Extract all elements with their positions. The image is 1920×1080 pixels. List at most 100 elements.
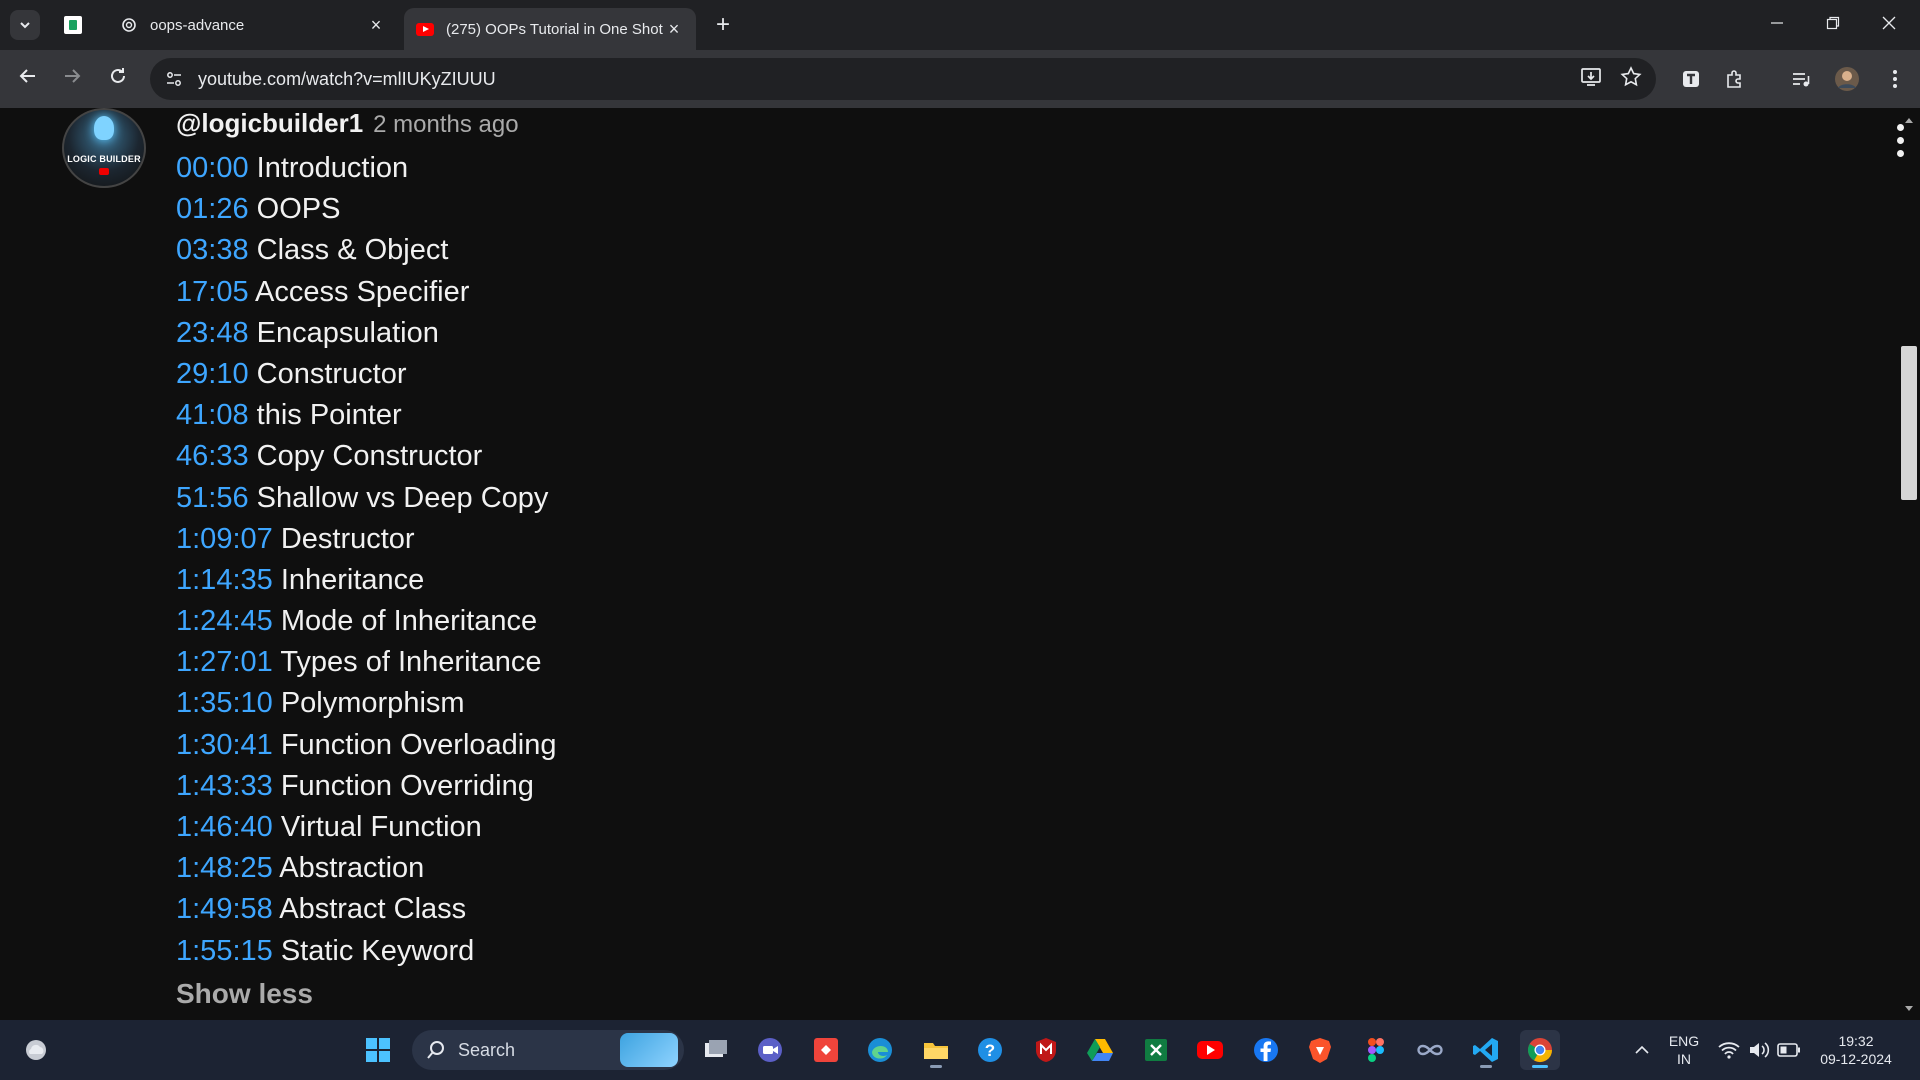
scrollbar-thumb[interactable] bbox=[1901, 346, 1917, 500]
install-app-icon[interactable] bbox=[1580, 66, 1602, 93]
site-info-icon[interactable] bbox=[160, 65, 188, 93]
chapter-timestamp-link[interactable]: 41:08 bbox=[176, 399, 249, 431]
chapter-timestamp-link[interactable]: 23:48 bbox=[176, 317, 249, 349]
search-icon bbox=[427, 1041, 444, 1059]
file-explorer-icon[interactable] bbox=[916, 1030, 956, 1070]
chapter-timestamp-link[interactable]: 1:35:10 bbox=[176, 687, 273, 719]
close-icon[interactable]: × bbox=[664, 19, 684, 40]
chapter-timestamp-link[interactable]: 51:56 bbox=[176, 482, 249, 514]
chapter-label: Encapsulation bbox=[256, 316, 439, 349]
chapter-item: 1:09:07 Destructor bbox=[176, 519, 556, 560]
chapter-timestamp-link[interactable]: 46:33 bbox=[176, 440, 249, 472]
show-less-button[interactable]: Show less bbox=[176, 978, 313, 1010]
bookmark-star-icon[interactable] bbox=[1620, 65, 1642, 93]
scrollbar[interactable] bbox=[1898, 108, 1920, 1020]
scroll-down-arrow-icon[interactable] bbox=[1905, 1006, 1913, 1011]
media-control-icon[interactable] bbox=[1786, 64, 1816, 94]
chapter-item: 23:48 Encapsulation bbox=[176, 313, 556, 354]
taskbar-search[interactable]: Search bbox=[412, 1030, 684, 1070]
google-drive-icon[interactable] bbox=[1080, 1030, 1120, 1070]
chapter-timestamp-link[interactable]: 1:49:58 bbox=[176, 893, 273, 925]
new-tab-button[interactable]: + bbox=[708, 10, 738, 40]
tab-title: oops-advance bbox=[150, 16, 245, 34]
avatar-logo-text: LOGIC BUILDER bbox=[67, 154, 141, 164]
brave-icon[interactable] bbox=[1300, 1030, 1340, 1070]
channel-avatar[interactable]: LOGIC BUILDER bbox=[62, 108, 146, 188]
battery-icon[interactable] bbox=[1772, 1030, 1806, 1070]
chevron-up-icon[interactable] bbox=[1622, 1030, 1662, 1070]
chapter-timestamp-link[interactable]: 29:10 bbox=[176, 358, 249, 390]
facebook-icon[interactable] bbox=[1246, 1030, 1286, 1070]
clock[interactable]: 19:32 09-12-2024 bbox=[1808, 1032, 1904, 1068]
start-button[interactable] bbox=[358, 1030, 398, 1070]
comment-time[interactable]: 2 months ago bbox=[373, 111, 518, 139]
chapter-timestamp-link[interactable]: 1:14:35 bbox=[176, 564, 273, 596]
chapter-timestamp-link[interactable]: 1:09:07 bbox=[176, 523, 273, 555]
restore-button[interactable] bbox=[1810, 6, 1856, 42]
excel-icon[interactable] bbox=[1136, 1030, 1176, 1070]
extension-t-icon[interactable] bbox=[1676, 64, 1706, 94]
chapter-timestamp-link[interactable]: 1:30:41 bbox=[176, 729, 273, 761]
mcafee-icon[interactable] bbox=[1026, 1030, 1066, 1070]
chapter-timestamp-link[interactable]: 17:05 bbox=[176, 276, 249, 308]
chapter-timestamp-link[interactable]: 01:26 bbox=[176, 193, 249, 225]
chapter-label: this Pointer bbox=[256, 399, 402, 432]
chapter-label: OOPS bbox=[256, 193, 341, 226]
youtube-icon bbox=[99, 168, 109, 175]
close-icon[interactable]: × bbox=[366, 15, 386, 36]
vscode-icon[interactable] bbox=[1466, 1030, 1506, 1070]
wifi-icon[interactable] bbox=[1712, 1030, 1746, 1070]
tab-title: (275) OOPs Tutorial in One Shot bbox=[446, 20, 663, 38]
chapter-timestamp-link[interactable]: 1:46:40 bbox=[176, 811, 273, 843]
close-window-button[interactable] bbox=[1866, 6, 1912, 42]
language-indicator[interactable]: ENG IN bbox=[1664, 1032, 1704, 1068]
volume-icon[interactable] bbox=[1742, 1030, 1776, 1070]
profile-avatar[interactable] bbox=[1832, 64, 1862, 94]
reload-button[interactable] bbox=[102, 63, 134, 95]
chrome-taskbar-icon[interactable] bbox=[1520, 1030, 1560, 1070]
chapter-item: 1:55:15 Static Keyword bbox=[176, 931, 556, 972]
meet-app-icon[interactable] bbox=[750, 1030, 790, 1070]
chapter-timestamp-link[interactable]: 1:55:15 bbox=[176, 935, 273, 967]
youtube-app-icon[interactable] bbox=[1190, 1030, 1230, 1070]
browser-toolbar: youtube.com/watch?v=mlIUKyZIUUU bbox=[0, 50, 1920, 108]
chapter-item: 1:43:33 Function Overriding bbox=[176, 766, 556, 807]
tab-youtube[interactable]: (275) OOPs Tutorial in One Shot × bbox=[404, 8, 696, 50]
figma-icon[interactable] bbox=[1356, 1030, 1396, 1070]
comment-author[interactable]: @logicbuilder1 bbox=[176, 108, 363, 139]
chapter-timestamp-link[interactable]: 03:38 bbox=[176, 234, 249, 266]
scroll-up-arrow-icon[interactable] bbox=[1905, 118, 1913, 123]
extensions-puzzle-icon[interactable] bbox=[1720, 64, 1750, 94]
arrow-left-icon bbox=[19, 69, 35, 83]
chapter-timestamp-link[interactable]: 1:43:33 bbox=[176, 770, 273, 802]
chapter-label: Function Overloading bbox=[280, 728, 557, 761]
chapter-label: Shallow vs Deep Copy bbox=[256, 481, 549, 514]
tab-oops-advance[interactable]: oops-advance × bbox=[108, 8, 398, 42]
task-view-icon[interactable] bbox=[696, 1030, 736, 1070]
tab-search-button[interactable] bbox=[10, 10, 40, 40]
infinity-app-icon[interactable] bbox=[1410, 1030, 1450, 1070]
back-button[interactable] bbox=[12, 63, 44, 95]
chapter-timestamp-link[interactable]: 00:00 bbox=[176, 152, 249, 184]
chapter-item: 41:08 this Pointer bbox=[176, 395, 556, 436]
minimize-icon bbox=[1771, 22, 1783, 24]
minimize-button[interactable] bbox=[1754, 6, 1800, 42]
youtube-comment-section: LOGIC BUILDER @logicbuilder1 2 months ag… bbox=[0, 108, 1920, 1020]
lang-top: ENG bbox=[1668, 1033, 1700, 1049]
help-icon[interactable]: ? bbox=[970, 1030, 1010, 1070]
forward-button[interactable] bbox=[56, 63, 88, 95]
chapter-timestamp-link[interactable]: 1:48:25 bbox=[176, 852, 273, 884]
chapter-label: Abstraction bbox=[279, 852, 425, 885]
chrome-menu-icon[interactable] bbox=[1880, 64, 1910, 94]
edge-icon[interactable] bbox=[860, 1030, 900, 1070]
chapter-item: 1:27:01 Types of Inheritance bbox=[176, 642, 556, 683]
widgets-weather-icon[interactable] bbox=[16, 1030, 56, 1070]
clock-time: 19:32 bbox=[1838, 1033, 1874, 1049]
address-bar[interactable]: youtube.com/watch?v=mlIUKyZIUUU bbox=[150, 58, 1656, 100]
chapter-timestamp-link[interactable]: 1:27:01 bbox=[176, 646, 273, 678]
chapter-item: 1:49:58 Abstract Class bbox=[176, 889, 556, 930]
sheets-icon bbox=[64, 16, 82, 34]
anydesk-icon[interactable] bbox=[806, 1030, 846, 1070]
chapter-timestamp-link[interactable]: 1:24:45 bbox=[176, 605, 273, 637]
pinned-tab[interactable] bbox=[60, 12, 86, 38]
